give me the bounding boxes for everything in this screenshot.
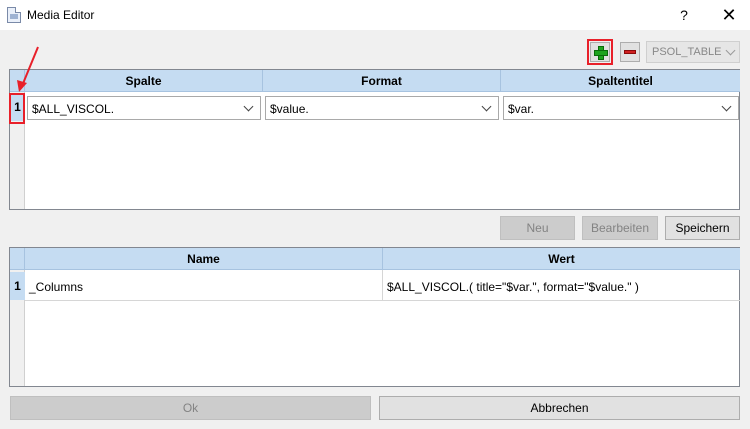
annotation-arrow: [17, 46, 39, 92]
